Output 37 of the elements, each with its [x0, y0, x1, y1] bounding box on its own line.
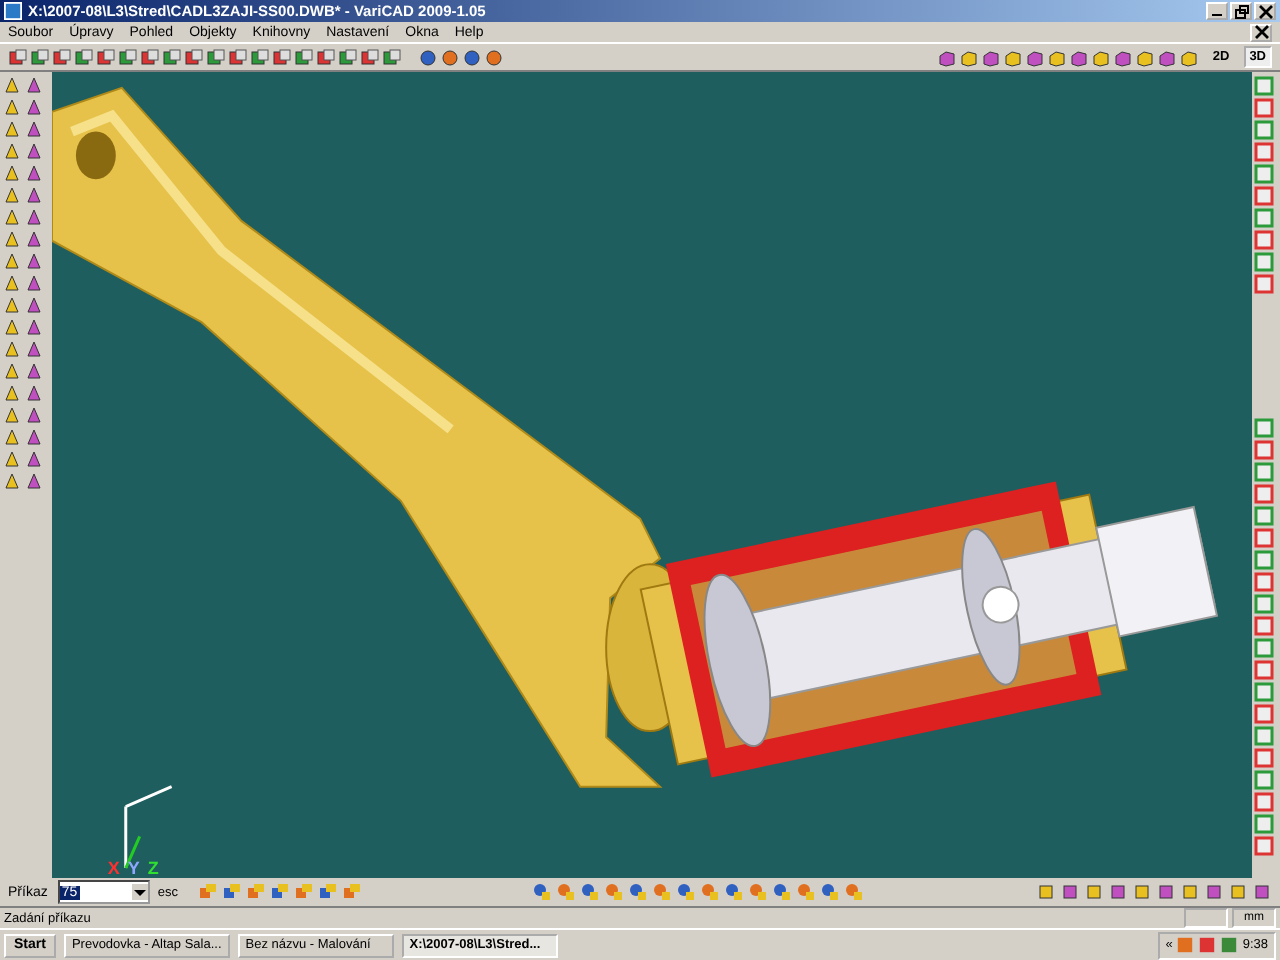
close-icon: [1257, 3, 1273, 19]
minimize-icon: [1212, 13, 1222, 17]
minimize-button[interactable]: [1206, 2, 1228, 20]
tool-icon[interactable]: [980, 47, 1001, 67]
axis-triad-icon: [124, 785, 174, 870]
tool-icon[interactable]: [1068, 47, 1089, 67]
tool-icon[interactable]: [1024, 47, 1045, 67]
tool-icon[interactable]: [820, 882, 841, 902]
axis-label: Z: [147, 858, 159, 878]
axis-label: Y: [127, 858, 140, 878]
tool-icon[interactable]: [958, 47, 979, 67]
tool-icon[interactable]: [1134, 47, 1155, 67]
close-document-button[interactable]: [1250, 23, 1272, 41]
app-icon: [4, 2, 22, 20]
tool-icon[interactable]: [676, 882, 697, 902]
3d-viewport[interactable]: X Y Z: [52, 72, 1252, 878]
tool-icon[interactable]: [936, 47, 957, 67]
tool-icon[interactable]: [1178, 47, 1199, 67]
tool-icon[interactable]: [1046, 47, 1067, 67]
tool-icon[interactable]: [724, 882, 745, 902]
tool-icon[interactable]: [269, 882, 290, 902]
axis-label: X: [107, 858, 120, 878]
tool-icon[interactable]: [317, 882, 338, 902]
tool-icon[interactable]: [1112, 47, 1133, 67]
caret-icon[interactable]: [131, 884, 148, 900]
tool-icon[interactable]: [628, 882, 649, 902]
close-button[interactable]: [1254, 2, 1276, 20]
tool-icon[interactable]: [532, 882, 553, 902]
tool-icon[interactable]: [221, 882, 242, 902]
tool-icon[interactable]: [580, 882, 601, 902]
restore-button[interactable]: [1230, 2, 1252, 20]
tool-icon[interactable]: [1156, 47, 1177, 67]
restore-icon: [1233, 3, 1249, 19]
close-icon: [1253, 24, 1269, 40]
tool-icon[interactable]: [1090, 47, 1111, 67]
tool-icon[interactable]: [772, 882, 793, 902]
tool-icon[interactable]: [1002, 47, 1023, 67]
